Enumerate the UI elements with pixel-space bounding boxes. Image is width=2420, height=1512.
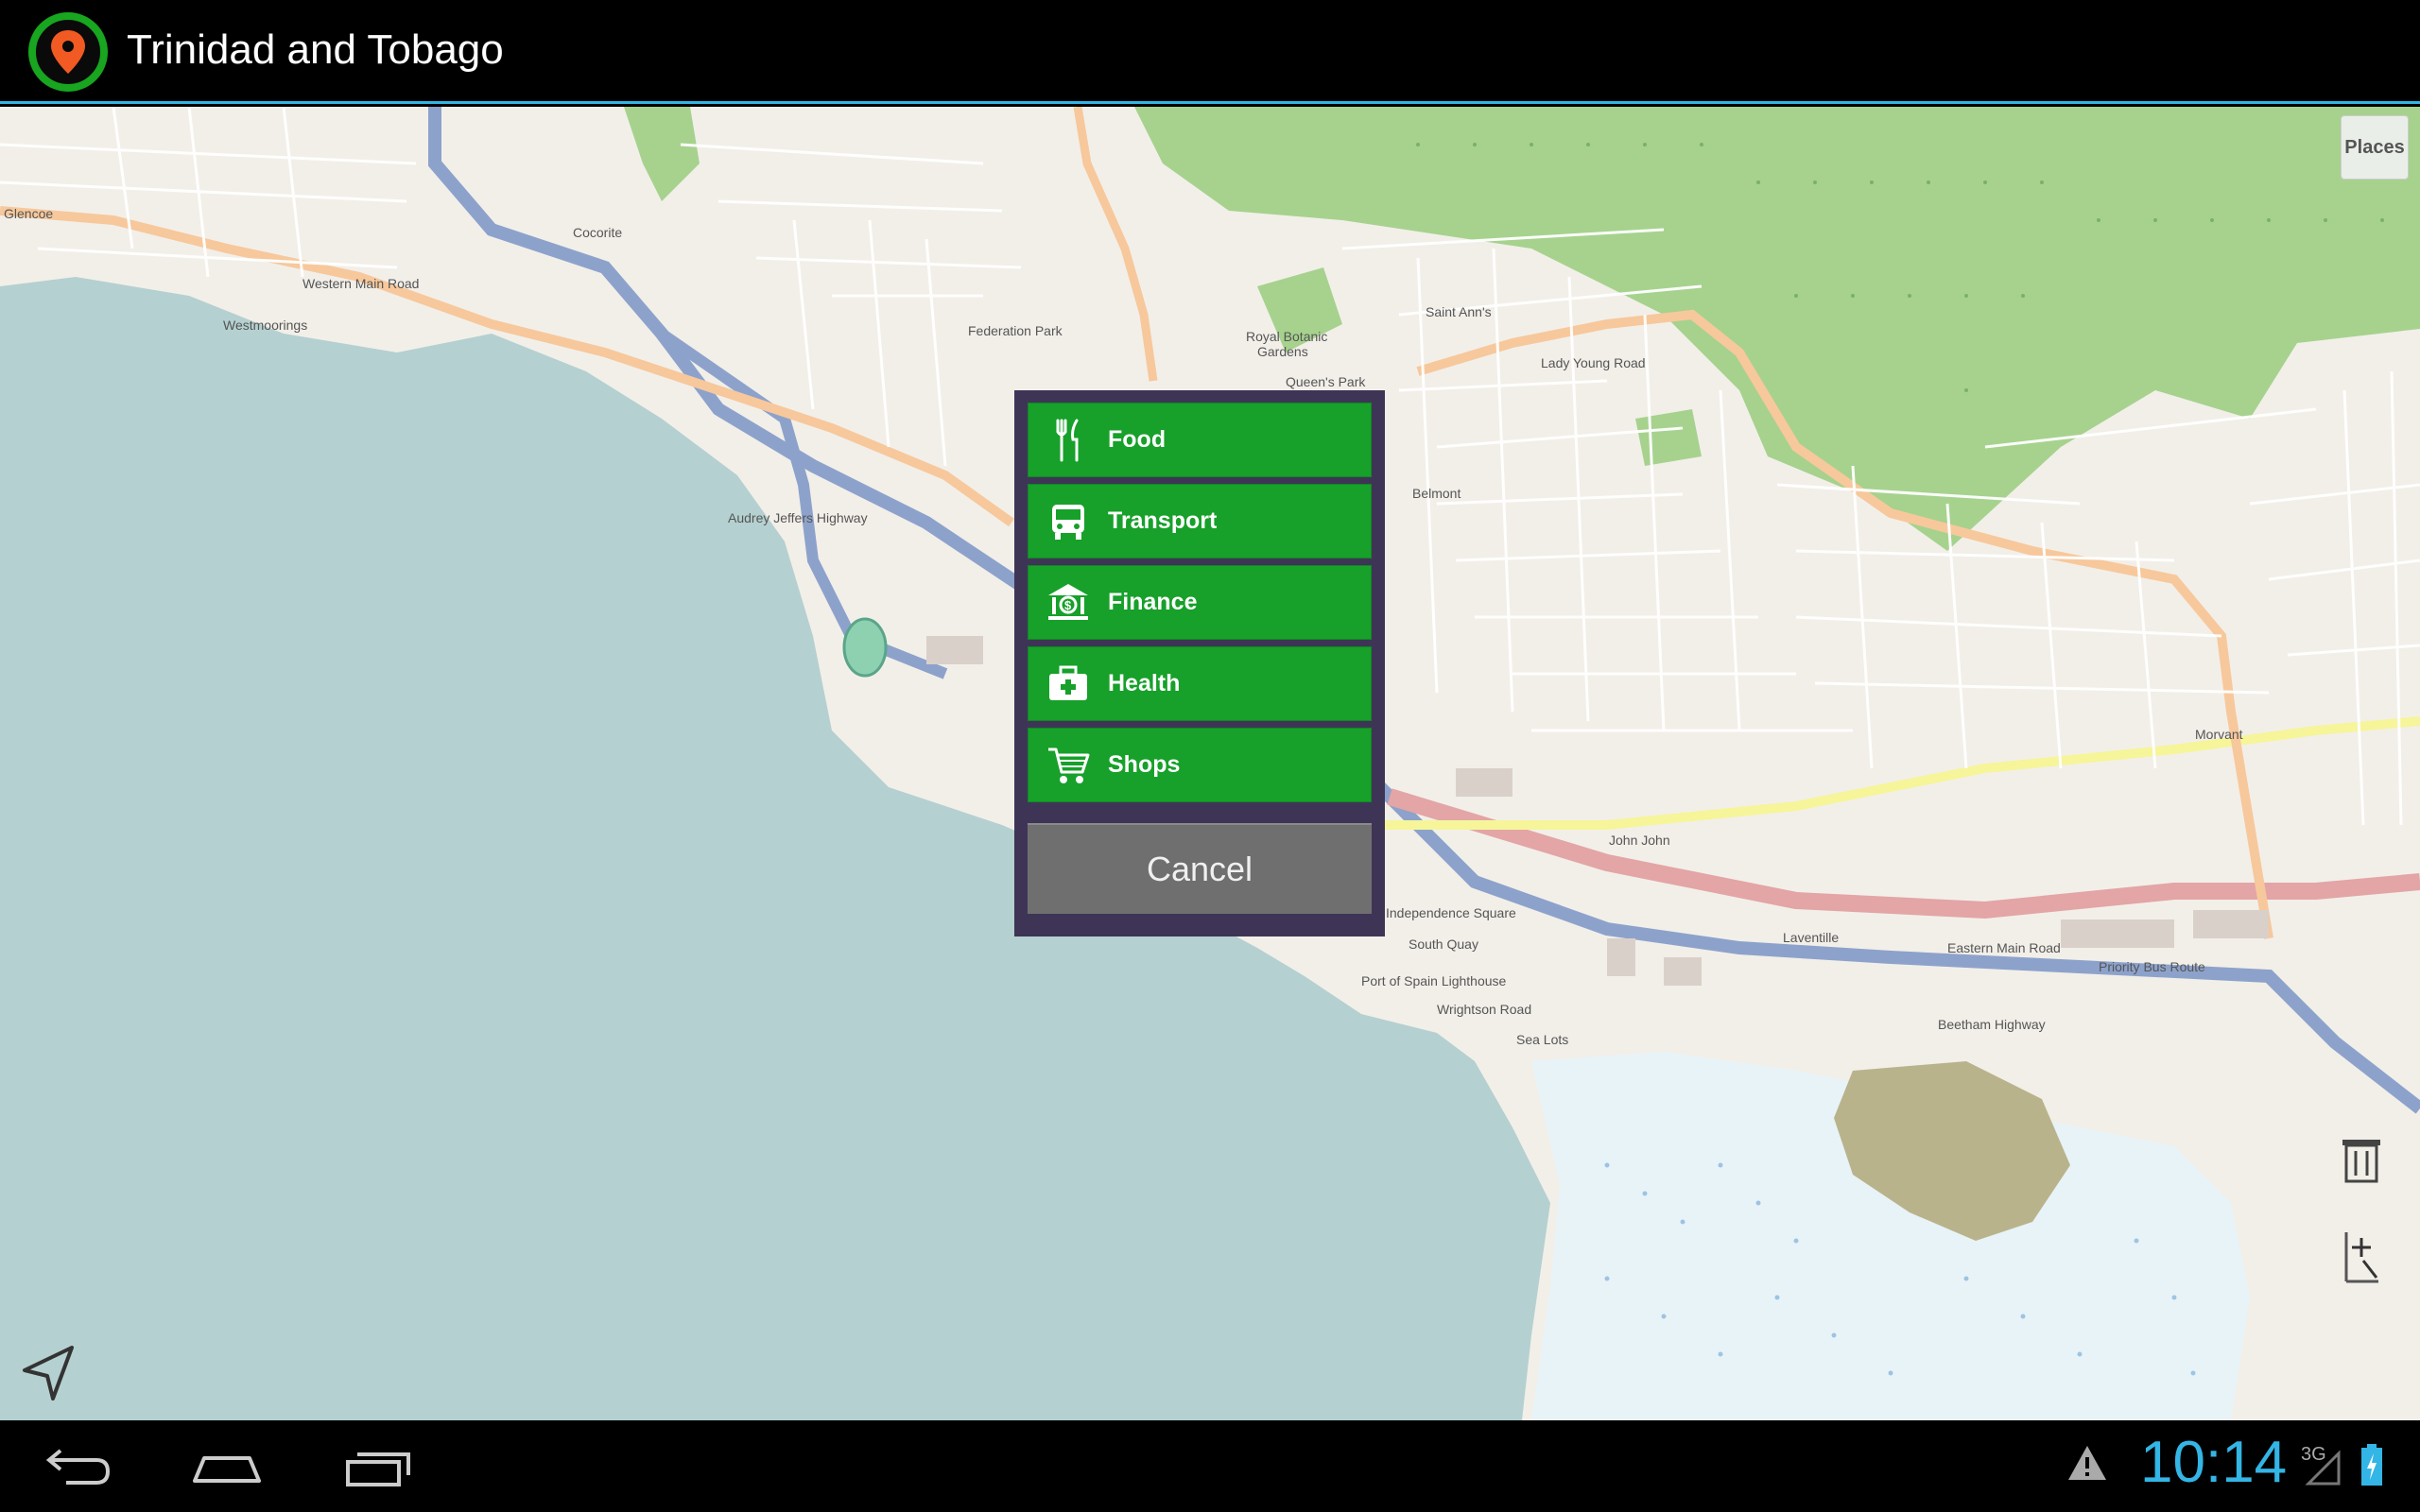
home-icon[interactable] <box>180 1439 274 1496</box>
menu-item-finance[interactable]: $ Finance <box>1028 565 1372 640</box>
svg-text:Lady Young Road: Lady Young Road <box>1541 355 1646 370</box>
svg-text:Beetham Highway: Beetham Highway <box>1938 1017 2046 1032</box>
app-title: Trinidad and Tobago <box>127 26 504 73</box>
battery-charging-icon <box>2360 1444 2384 1491</box>
map-pin-icon[interactable] <box>28 12 108 92</box>
recent-apps-icon[interactable] <box>331 1439 425 1496</box>
svg-text:Federation Park: Federation Park <box>968 323 1063 338</box>
svg-text:Westmoorings: Westmoorings <box>223 318 307 333</box>
warning-icon <box>2066 1444 2108 1486</box>
svg-text:Saint Ann's: Saint Ann's <box>1426 304 1492 319</box>
zoom-tool-icon[interactable] <box>2341 1228 2382 1285</box>
menu-item-label: Health <box>1108 670 1181 696</box>
svg-text:Morvant: Morvant <box>2195 727 2243 742</box>
back-icon[interactable] <box>28 1439 123 1496</box>
menu-item-label: Transport <box>1108 507 1218 534</box>
status-clock: 10:14 <box>2140 1430 2288 1495</box>
menu-item-transport[interactable]: Transport <box>1028 484 1372 558</box>
svg-text:Independence Square: Independence Square <box>1386 905 1516 920</box>
places-button[interactable]: Places <box>2341 115 2409 180</box>
svg-text:South Quay: South Quay <box>1409 936 1478 952</box>
svg-text:$: $ <box>1064 598 1072 612</box>
svg-text:Port of Spain Lighthouse: Port of Spain Lighthouse <box>1361 973 1507 988</box>
svg-text:Belmont: Belmont <box>1412 486 1461 501</box>
medical-kit-icon <box>1040 646 1097 721</box>
trash-icon[interactable] <box>2341 1132 2382 1185</box>
svg-text:John John: John John <box>1609 833 1670 848</box>
svg-text:Queen's Park: Queen's Park <box>1286 374 1366 389</box>
bank-icon: $ <box>1040 565 1097 640</box>
menu-item-label: Shops <box>1108 751 1181 778</box>
svg-text:Eastern Main Road: Eastern Main Road <box>1947 940 2061 955</box>
my-location-arrow-icon[interactable] <box>17 1340 83 1406</box>
svg-text:Laventille: Laventille <box>1783 930 1839 945</box>
menu-item-health[interactable]: Health <box>1028 646 1372 721</box>
bus-icon <box>1040 484 1097 558</box>
fork-knife-icon <box>1040 403 1097 477</box>
action-bar: Trinidad and Tobago <box>0 0 2420 104</box>
svg-text:Glencoe: Glencoe <box>4 206 53 221</box>
menu-item-label: Finance <box>1108 589 1198 615</box>
shopping-cart-icon <box>1040 728 1097 802</box>
svg-text:Sea Lots: Sea Lots <box>1516 1032 1568 1047</box>
category-dialog: Food Transport $ Finance Health Shops Ca… <box>1014 390 1385 936</box>
svg-text:Audrey Jeffers Highway: Audrey Jeffers Highway <box>728 510 868 525</box>
svg-text:Royal Botanic: Royal Botanic <box>1246 329 1327 344</box>
menu-item-food[interactable]: Food <box>1028 403 1372 477</box>
svg-text:Priority Bus Route: Priority Bus Route <box>2099 959 2205 974</box>
svg-text:Western Main Road: Western Main Road <box>302 276 419 291</box>
svg-text:Wrightson Road: Wrightson Road <box>1437 1002 1531 1017</box>
menu-item-shops[interactable]: Shops <box>1028 728 1372 802</box>
svg-text:Gardens: Gardens <box>1257 344 1308 359</box>
menu-item-label: Food <box>1108 426 1167 453</box>
signal-icon <box>2305 1446 2342 1491</box>
svg-text:Cocorite: Cocorite <box>573 225 622 240</box>
system-nav-bar <box>0 1420 2420 1512</box>
cancel-button[interactable]: Cancel <box>1028 823 1372 914</box>
